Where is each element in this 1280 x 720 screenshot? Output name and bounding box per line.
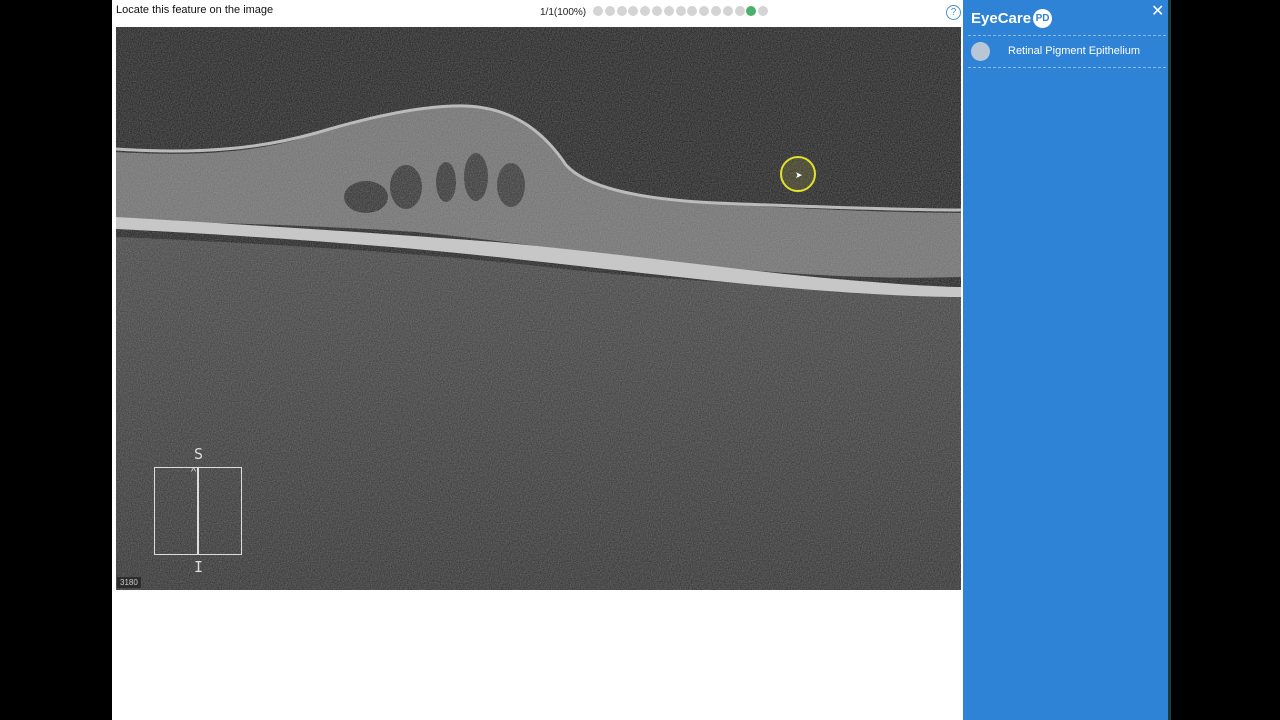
feature-item-rpe[interactable]: Retinal Pigment Epithelium (968, 37, 1166, 66)
progress-dot[interactable] (734, 6, 745, 16)
progress-dot[interactable] (604, 6, 615, 16)
progress-dot[interactable] (593, 6, 603, 16)
progress-dot[interactable] (663, 6, 674, 16)
progress-dot[interactable] (699, 6, 710, 16)
feature-label: Retinal Pigment Epithelium (1008, 45, 1141, 57)
orientation-inferior-label: I (194, 558, 204, 576)
progress-dot[interactable] (710, 6, 721, 16)
mouse-pointer-icon: ➤ (795, 170, 803, 180)
feature-sidebar: EyeCare PD ✕ Retinal Pigment Epithelium (963, 0, 1168, 720)
orientation-line (197, 468, 199, 554)
window-edge-right (1168, 0, 1171, 720)
brand-badge: PD (1033, 9, 1053, 28)
top-bar: Locate this feature on the image 1/1(100… (115, 0, 963, 26)
progress-dot[interactable] (746, 6, 757, 16)
progress-dot[interactable] (616, 6, 627, 16)
progress-dots (593, 6, 769, 16)
orientation-indicator: ^ (154, 467, 242, 555)
progress-dot[interactable] (651, 6, 662, 16)
up-arrow-icon: ^ (191, 466, 197, 478)
progress-dot[interactable] (722, 6, 733, 16)
instruction-text: Locate this feature on the image (116, 4, 274, 16)
help-icon[interactable]: ? (946, 5, 961, 20)
progress-text: 1/1(100%) (540, 7, 587, 18)
sidebar-divider (968, 35, 1166, 36)
progress-dot[interactable] (640, 6, 651, 16)
scan-id-badge: 3180 (117, 577, 141, 588)
progress-dot[interactable] (687, 6, 698, 16)
brand-name: EyeCare (971, 10, 1032, 27)
progress-dot[interactable] (758, 6, 769, 16)
brand-logo: EyeCare PD (971, 9, 1053, 28)
progress-dot[interactable] (628, 6, 639, 16)
oct-image-viewer[interactable]: S ^ I 3180 ➤ (116, 27, 961, 590)
orientation-superior-label: S (194, 445, 204, 463)
sidebar-divider (968, 67, 1166, 68)
close-icon[interactable]: ✕ (1151, 4, 1164, 20)
oct-scan-image[interactable] (116, 27, 961, 590)
feature-status-dot (971, 42, 990, 61)
progress-dot[interactable] (675, 6, 686, 16)
